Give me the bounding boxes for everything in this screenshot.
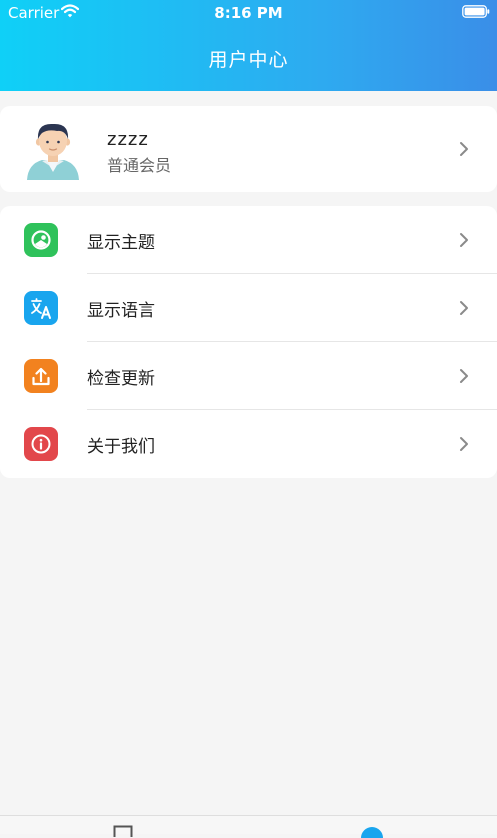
profile-card[interactable]: zzzz 普通会员 — [0, 106, 497, 192]
menu-item-update[interactable]: 检查更新 — [0, 342, 497, 410]
menu-item-about[interactable]: 关于我们 — [0, 410, 497, 478]
chevron-right-icon — [460, 437, 468, 451]
status-bar: Carrier 8:16 PM — [0, 0, 497, 26]
menu-item-label: 显示语言 — [87, 301, 155, 321]
chevron-right-icon — [460, 142, 468, 156]
tab-user-icon[interactable] — [360, 826, 384, 838]
menu-item-label: 检查更新 — [87, 369, 155, 389]
menu-item-language[interactable]: 显示语言 — [0, 274, 497, 342]
page-title: 用户中心 — [208, 49, 289, 71]
tab-bar — [0, 815, 497, 838]
avatar — [27, 123, 79, 180]
upload-icon — [24, 359, 58, 393]
status-time: 8:16 PM — [214, 4, 283, 22]
menu-item-label: 显示主题 — [87, 233, 155, 253]
chevron-right-icon — [460, 369, 468, 383]
settings-menu: 显示主题 显示语言 检查更新 关于我们 — [0, 206, 497, 478]
menu-item-theme[interactable]: 显示主题 — [0, 206, 497, 274]
battery-icon — [462, 5, 490, 18]
info-icon — [24, 427, 58, 461]
menu-item-label: 关于我们 — [87, 437, 155, 457]
header: Carrier 8:16 PM 用户中心 — [0, 0, 497, 91]
chevron-right-icon — [460, 233, 468, 247]
profile-role: 普通会员 — [107, 156, 172, 175]
chevron-right-icon — [460, 301, 468, 315]
profile-name: zzzz — [107, 129, 149, 150]
theme-icon — [24, 223, 58, 257]
tab-home-icon[interactable] — [113, 825, 133, 837]
translate-icon — [24, 291, 58, 325]
